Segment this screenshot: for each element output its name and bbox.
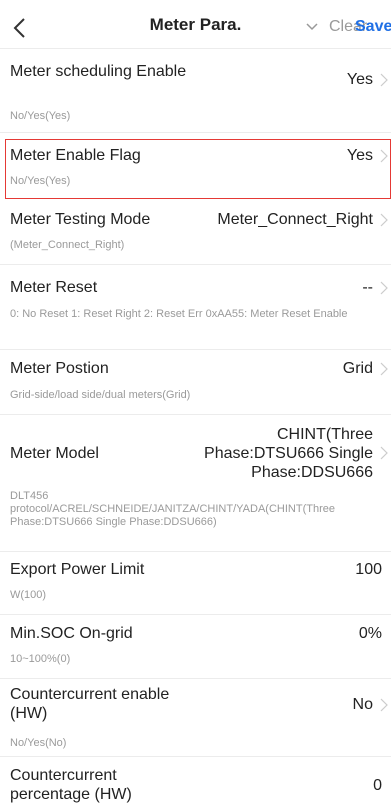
divider (0, 678, 391, 679)
setting-row-meter-testing-mode[interactable]: Meter Testing Mode Meter_Connect_Right (… (0, 206, 391, 262)
setting-label: Meter scheduling Enable (10, 63, 187, 80)
setting-row-meter-model[interactable]: Meter Model CHINT(Three Phase:DTSU666 Si… (0, 420, 391, 554)
setting-value: 0% (358, 625, 382, 642)
setting-label: Meter Model (10, 445, 99, 462)
setting-row-export-power-limit[interactable]: Export Power Limit 100 W(100) (0, 555, 391, 611)
setting-label: Countercurrent percentage (HW) (10, 767, 132, 803)
setting-row-meter-reset[interactable]: Meter Reset -- 0: No Reset 1: Reset Righ… (0, 270, 391, 346)
setting-hint: 10~100%(0) (10, 653, 71, 665)
setting-hint: DLT456 protocol/ACREL/SCHNEIDE/JANITZA/C… (10, 490, 335, 528)
chevron-right-icon (380, 281, 388, 295)
setting-label: Export Power Limit (10, 561, 145, 578)
setting-row-min-soc-on-grid[interactable]: Min.SOC On-grid 0% 10~100%(0) (0, 618, 391, 676)
setting-row-meter-position[interactable]: Meter Postion Grid Grid-side/load side/d… (0, 352, 391, 410)
setting-value: 100 (355, 561, 382, 578)
setting-label: Min.SOC On-grid (10, 625, 133, 642)
setting-row-countercurrent-percentage[interactable]: Countercurrent percentage (HW) 0 (0, 760, 391, 810)
setting-label: Countercurrent enable (HW) (10, 686, 170, 722)
setting-hint: Grid-side/load side/dual meters(Grid) (10, 389, 191, 401)
setting-label: Meter Reset (10, 279, 98, 296)
setting-hint: (Meter_Connect_Right) (10, 239, 125, 251)
chevron-down-icon[interactable] (305, 22, 319, 32)
chevron-right-icon (380, 213, 388, 227)
divider (0, 551, 391, 552)
divider (0, 264, 391, 265)
chevron-right-icon (380, 362, 388, 376)
divider (0, 349, 391, 350)
divider (0, 614, 391, 615)
setting-hint: No/Yes(No) (10, 737, 67, 749)
header-bar: Meter Para. Clear Save (0, 0, 391, 54)
setting-value: 0 (373, 777, 382, 794)
divider (0, 414, 391, 415)
selection-highlight (5, 139, 391, 199)
setting-value: CHINT(Three Phase:DTSU666 Single Phase:D… (204, 426, 373, 481)
chevron-right-icon (380, 698, 388, 712)
divider (0, 132, 391, 133)
divider (0, 48, 391, 49)
setting-hint: 0: No Reset 1: Reset Right 2: Reset Err … (10, 308, 348, 320)
setting-value: -- (362, 279, 373, 296)
save-button[interactable]: Save (355, 18, 391, 36)
setting-hint: No/Yes(Yes) (10, 110, 71, 122)
setting-row-meter-scheduling-enable[interactable]: Meter scheduling Enable Yes No/Yes(Yes) (0, 56, 391, 138)
setting-value: Yes (346, 71, 373, 88)
divider (0, 756, 391, 757)
chevron-right-icon (380, 73, 388, 87)
setting-row-countercurrent-enable[interactable]: Countercurrent enable (HW) No No/Yes(No) (0, 683, 391, 755)
setting-value: Grid (342, 360, 373, 377)
setting-label: Meter Postion (10, 360, 109, 377)
setting-label: Meter Testing Mode (10, 211, 151, 228)
setting-hint: W(100) (10, 589, 47, 601)
chevron-right-icon (380, 446, 388, 460)
setting-value: Meter_Connect_Right (217, 211, 373, 228)
setting-value: No (352, 696, 373, 713)
